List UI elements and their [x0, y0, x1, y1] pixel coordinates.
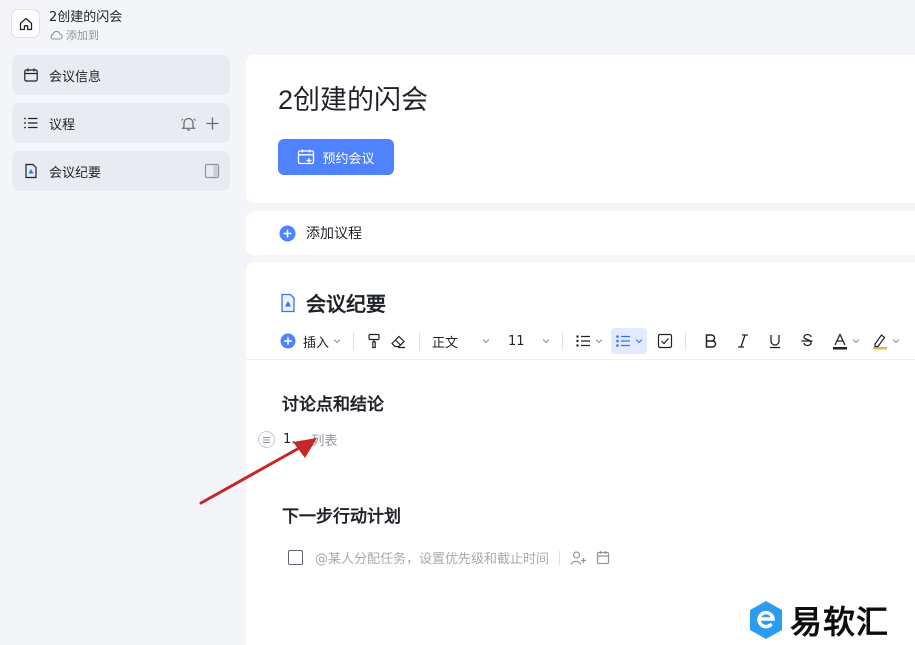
- task-item[interactable]: @某人分配任务，设置优先级和截止时间: [288, 548, 610, 567]
- book-meeting-button[interactable]: 预约会议: [278, 139, 394, 175]
- list-icon: [22, 114, 40, 132]
- font-size-select[interactable]: 11: [504, 328, 554, 354]
- chevron-down-icon: [595, 338, 603, 344]
- section-heading-discussion: 讨论点和结论: [282, 395, 384, 415]
- watermark-logo-icon: [748, 600, 784, 640]
- sidebar-item-label: 会议纪要: [49, 165, 102, 181]
- sidebar-item-label: 会议信息: [49, 69, 102, 85]
- add-agenda-label: 添加议程: [306, 226, 362, 242]
- add-to-link[interactable]: 添加到: [49, 27, 99, 43]
- watermark: 易软汇: [748, 597, 889, 643]
- toolbar-divider-line: [246, 359, 915, 360]
- home-button[interactable]: [11, 9, 40, 38]
- editor-toolbar: 插入 正文 11: [276, 326, 904, 356]
- minutes-title-text: 会议纪要: [306, 292, 386, 316]
- underline-icon: [768, 333, 782, 349]
- annotation-arrow-icon: [195, 430, 325, 510]
- chevron-down-icon: [892, 338, 900, 344]
- clear-format-button[interactable]: [386, 328, 411, 354]
- highlight-button[interactable]: [868, 328, 904, 354]
- checkbox-icon: [657, 333, 673, 349]
- sidebar-item-label: 议程: [49, 117, 76, 133]
- doc-icon: [22, 162, 40, 180]
- home-icon: [18, 16, 34, 32]
- task-placeholder[interactable]: @某人分配任务，设置优先级和截止时间: [315, 548, 549, 567]
- strikethrough-icon: [800, 333, 814, 349]
- add-icon[interactable]: [205, 116, 220, 131]
- chevron-down-icon: [542, 338, 550, 344]
- bell-icon[interactable]: [180, 115, 197, 132]
- watermark-text: 易软汇: [790, 603, 890, 641]
- plus-circle-icon: [279, 225, 296, 242]
- sidebar-item-agenda[interactable]: 议程: [12, 103, 230, 143]
- text-style-value: 正文: [432, 335, 459, 351]
- underline-button[interactable]: [764, 328, 786, 354]
- toolbar-divider: [685, 332, 687, 350]
- insert-label: 插入: [303, 335, 330, 351]
- side-panel-icon[interactable]: [204, 163, 220, 179]
- insert-button[interactable]: 插入: [276, 328, 345, 354]
- task-checkbox[interactable]: [288, 550, 303, 565]
- format-painter-button[interactable]: [362, 328, 386, 354]
- cloud-icon: [49, 29, 63, 41]
- bullet-list-icon: [575, 333, 591, 349]
- plus-circle-icon: [280, 333, 296, 349]
- font-color-button[interactable]: [828, 328, 864, 354]
- font-size-value: 11: [508, 333, 525, 349]
- eraser-icon: [390, 333, 407, 349]
- toolbar-divider: [353, 332, 355, 350]
- bullet-list-button[interactable]: [571, 328, 607, 354]
- calendar-icon: [22, 66, 40, 84]
- add-agenda-button[interactable]: 添加议程: [279, 223, 362, 243]
- sidebar-item-meeting-info[interactable]: 会议信息: [12, 55, 230, 95]
- task-list-button[interactable]: [653, 328, 677, 354]
- chevron-down-icon: [482, 338, 490, 344]
- text-style-select[interactable]: 正文: [428, 328, 494, 354]
- font-color-icon: [832, 332, 848, 350]
- strikethrough-button[interactable]: [796, 328, 818, 354]
- assign-user-icon[interactable]: [570, 550, 587, 566]
- task-divider: [559, 550, 561, 565]
- due-date-icon[interactable]: [596, 550, 610, 565]
- ordered-list-icon: [615, 333, 631, 349]
- toolbar-divider: [562, 332, 564, 350]
- meeting-header-card: 2创建的闪会 预约会议: [246, 55, 915, 203]
- agenda-card: 添加议程: [246, 211, 915, 255]
- book-meeting-label: 预约会议: [322, 151, 375, 167]
- app-title: 2创建的闪会: [49, 10, 123, 25]
- italic-icon: [736, 333, 750, 349]
- add-to-label: 添加到: [66, 29, 99, 42]
- bold-button[interactable]: [700, 328, 722, 354]
- ordered-list-button[interactable]: [611, 328, 648, 354]
- sidebar-item-minutes[interactable]: 会议纪要: [12, 151, 230, 191]
- chevron-down-icon: [635, 338, 643, 344]
- calendar-add-icon: [297, 148, 315, 166]
- chevron-down-icon: [852, 338, 860, 344]
- doc-icon: [279, 293, 297, 313]
- paint-brush-icon: [366, 333, 382, 349]
- highlighter-icon: [872, 333, 888, 350]
- minutes-card: 会议纪要 插入 正文 11 讨论点和结论 1. 列表 下一步行动计划 @某人分配…: [246, 262, 915, 645]
- minutes-title: 会议纪要: [279, 288, 386, 317]
- meeting-title: 2创建的闪会: [278, 85, 429, 115]
- chevron-down-icon: [333, 338, 341, 344]
- toolbar-divider: [419, 332, 421, 350]
- bold-icon: [704, 333, 718, 349]
- italic-button[interactable]: [732, 328, 754, 354]
